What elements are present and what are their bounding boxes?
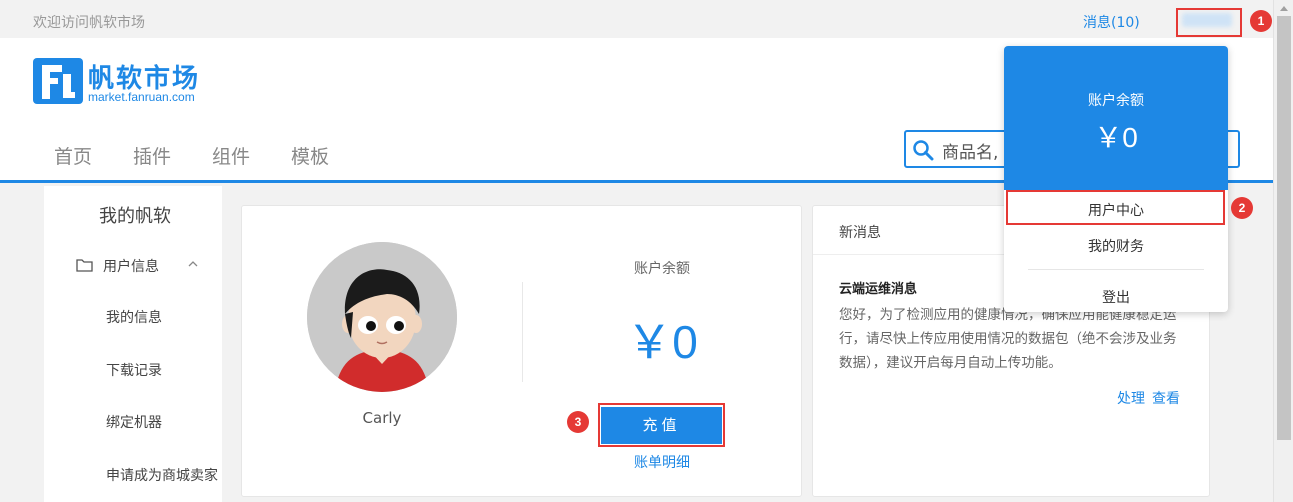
dropdown-balance-panel: 账户余额 ￥0 <box>1004 46 1228 190</box>
news-actions: 处理 查看 <box>1117 388 1187 408</box>
dropdown-item-logout[interactable]: 登出 <box>1004 287 1228 307</box>
balance-label: 账户余额 <box>634 261 690 277</box>
folder-icon <box>76 259 93 272</box>
fanruan-logo-icon[interactable] <box>33 56 83 106</box>
user-dropdown: 账户余额 ￥0 用户中心 我的财务 登出 <box>1004 46 1228 312</box>
welcome-text: 欢迎访问帆软市场 <box>33 15 145 31</box>
news-heading: 云端运维消息 <box>839 282 918 297</box>
step-badge-1: 1 <box>1250 10 1272 32</box>
news-handle-link[interactable]: 处理 <box>1117 391 1145 407</box>
nav-home[interactable]: 首页 <box>54 142 92 169</box>
chevron-up-icon[interactable] <box>188 260 198 268</box>
step-badge-2: 2 <box>1231 197 1253 219</box>
user-name: Carly <box>362 409 402 427</box>
news-title: 新消息 <box>839 225 881 241</box>
search-icon[interactable] <box>912 139 934 161</box>
recharge-highlight-box <box>598 403 725 447</box>
dropdown-item-my-finance[interactable]: 我的财务 <box>1004 236 1228 256</box>
avatar-image <box>307 242 457 392</box>
user-center-highlight-box <box>1006 190 1225 225</box>
top-bar: 欢迎访问帆软市场 消息(10) <box>0 0 1273 38</box>
username-highlight-box <box>1176 8 1242 37</box>
card-divider <box>522 282 523 382</box>
logo-subtitle: market.fanruan.com <box>88 90 195 104</box>
balance-value: ￥0 <box>626 316 698 368</box>
sidebar-group-label: 用户信息 <box>103 259 159 275</box>
sidebar-item-my-info[interactable]: 我的信息 <box>106 307 162 327</box>
nav-components[interactable]: 组件 <box>212 142 250 169</box>
dropdown-separator <box>1028 269 1204 270</box>
sidebar-item-apply-seller[interactable]: 申请成为商城卖家 <box>106 465 218 485</box>
bill-details-link[interactable]: 账单明细 <box>602 452 722 472</box>
scroll-up-arrow-icon[interactable] <box>1279 4 1289 12</box>
avatar <box>307 242 457 392</box>
nav-plugins[interactable]: 插件 <box>133 142 171 169</box>
messages-link[interactable]: 消息(10) <box>1083 12 1140 32</box>
scrollbar-thumb[interactable] <box>1277 16 1291 440</box>
sidebar-title: 我的帆软 <box>99 206 171 227</box>
dropdown-balance-label: 账户余额 <box>1088 93 1144 109</box>
sidebar: 我的帆软 用户信息 我的信息 下载记录 绑定机器 申请成为商城卖家 <box>44 186 222 502</box>
sidebar-group-user-info[interactable]: 用户信息 <box>76 256 206 276</box>
news-view-link[interactable]: 查看 <box>1152 391 1180 407</box>
page-scrollbar[interactable] <box>1273 0 1293 502</box>
step-badge-3: 3 <box>567 411 589 433</box>
account-card: Carly 账户余额 ￥0 充值 账单明细 <box>241 205 802 497</box>
news-body: 您好，为了检测应用的健康情况，确保应用能健康稳定运行，请尽快上传应用使用情况的数… <box>839 307 1177 371</box>
sidebar-item-bind-machine[interactable]: 绑定机器 <box>106 412 162 432</box>
sidebar-item-downloads[interactable]: 下载记录 <box>106 360 162 380</box>
nav-templates[interactable]: 模板 <box>291 142 329 169</box>
dropdown-balance-value: ￥0 <box>1094 122 1138 153</box>
main-nav: 首页 插件 组件 模板 <box>54 142 329 169</box>
